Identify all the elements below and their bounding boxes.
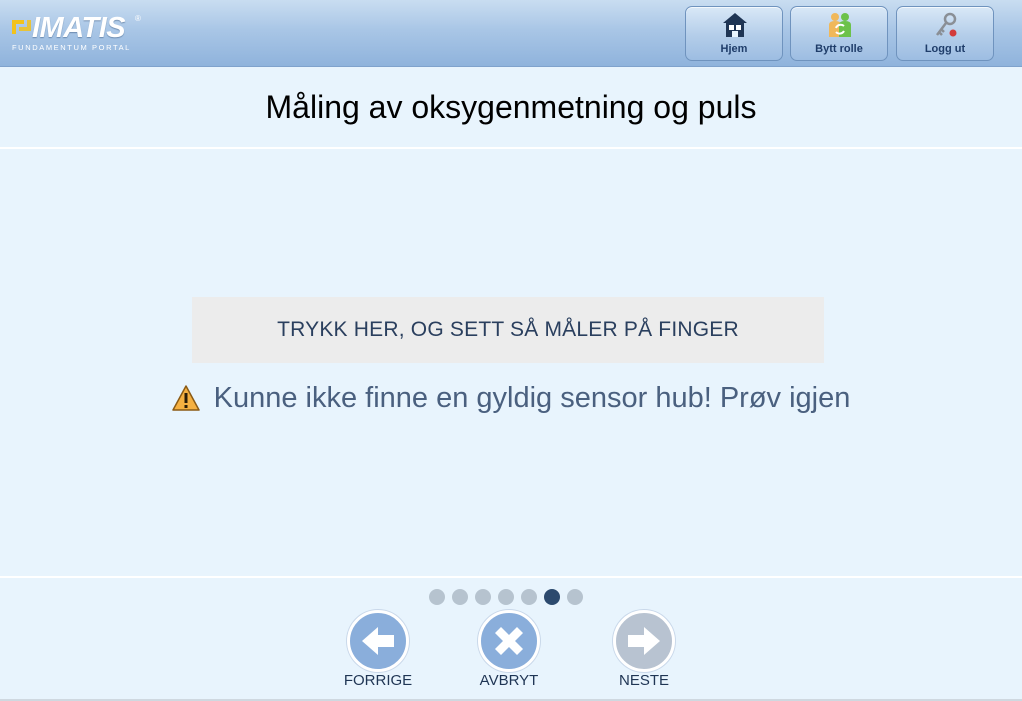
logout-button[interactable]: Logg ut [896, 6, 994, 61]
page-title: Måling av oksygenmetning og puls [265, 89, 757, 125]
top-bar: IMATIS ® FUNDAMENTUM PORTAL Hjem Bytt ro… [0, 0, 1022, 67]
cancel-button-label: AVBRYT [479, 672, 539, 689]
step-indicator [429, 589, 583, 605]
start-measurement-button[interactable]: TRYKK HER, OG SETT SÅ MÅLER PÅ FINGER [192, 297, 824, 363]
cancel-button[interactable]: AVBRYT [464, 610, 554, 694]
previous-button[interactable]: FORRIGE [333, 610, 423, 694]
footer-divider [0, 576, 1022, 578]
close-icon [495, 627, 523, 655]
home-button[interactable]: Hjem [685, 6, 783, 61]
switch-role-icon [829, 13, 851, 37]
step-dot [567, 589, 583, 605]
imatis-logo: IMATIS ® FUNDAMENTUM PORTAL [10, 12, 150, 56]
step-dot [429, 589, 445, 605]
step-dot [544, 589, 560, 605]
error-message-row: Kunne ikke finne en gyldig sensor hub! P… [0, 380, 1022, 416]
title-band: Måling av oksygenmetning og puls [0, 67, 1022, 149]
error-message: Kunne ikke finne en gyldig sensor hub! P… [213, 381, 851, 414]
step-dot [521, 589, 537, 605]
switch-role-button[interactable]: Bytt rolle [790, 6, 888, 61]
key-logout-icon [936, 12, 957, 37]
step-dot [452, 589, 468, 605]
next-button[interactable]: NESTE [599, 610, 689, 694]
home-button-label: Hjem [720, 43, 748, 55]
logo-mark-icon [12, 20, 31, 34]
step-dot [498, 589, 514, 605]
arrow-left-icon [362, 627, 394, 655]
cancel-button-circle [478, 610, 540, 672]
logout-button-label: Logg ut [924, 43, 966, 55]
next-button-circle [613, 610, 675, 672]
home-icon [723, 13, 747, 37]
logo-text: IMATIS [32, 12, 126, 44]
step-dot [475, 589, 491, 605]
previous-button-circle [347, 610, 409, 672]
switch-role-button-label: Bytt rolle [815, 43, 863, 55]
next-button-label: NESTE [618, 672, 669, 689]
previous-button-label: FORRIGE [343, 672, 413, 689]
logo-subtitle: FUNDAMENTUM PORTAL [12, 43, 131, 52]
arrow-right-icon [628, 627, 660, 655]
logo-registered-mark: ® [135, 14, 141, 23]
warning-icon [171, 385, 200, 411]
